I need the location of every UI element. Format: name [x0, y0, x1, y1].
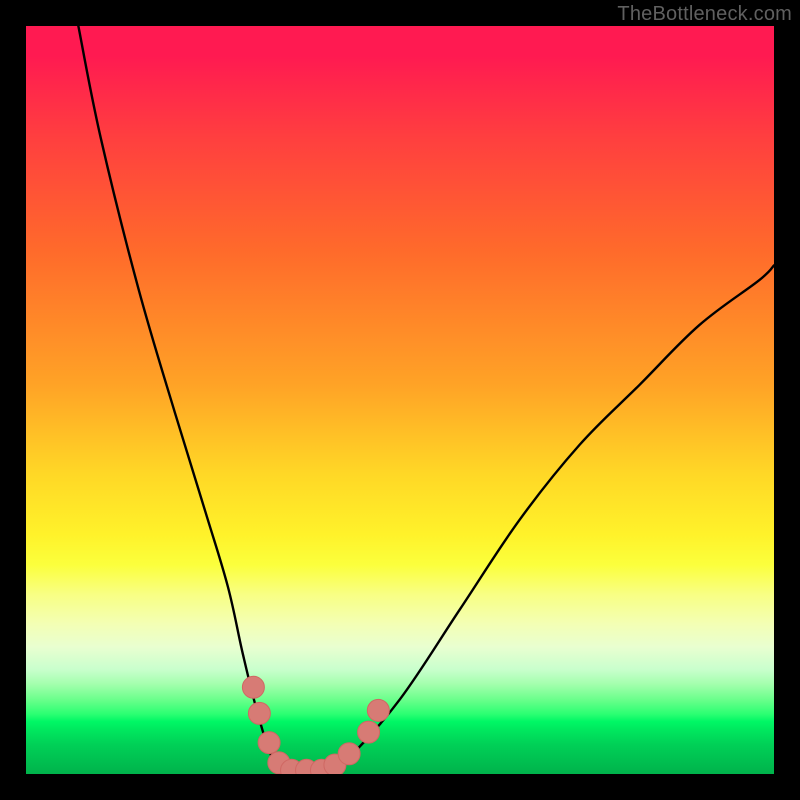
chart-stage: TheBottleneck.com — [0, 0, 800, 800]
chart-background-gradient — [26, 26, 774, 774]
attribution-text: TheBottleneck.com — [617, 3, 792, 26]
